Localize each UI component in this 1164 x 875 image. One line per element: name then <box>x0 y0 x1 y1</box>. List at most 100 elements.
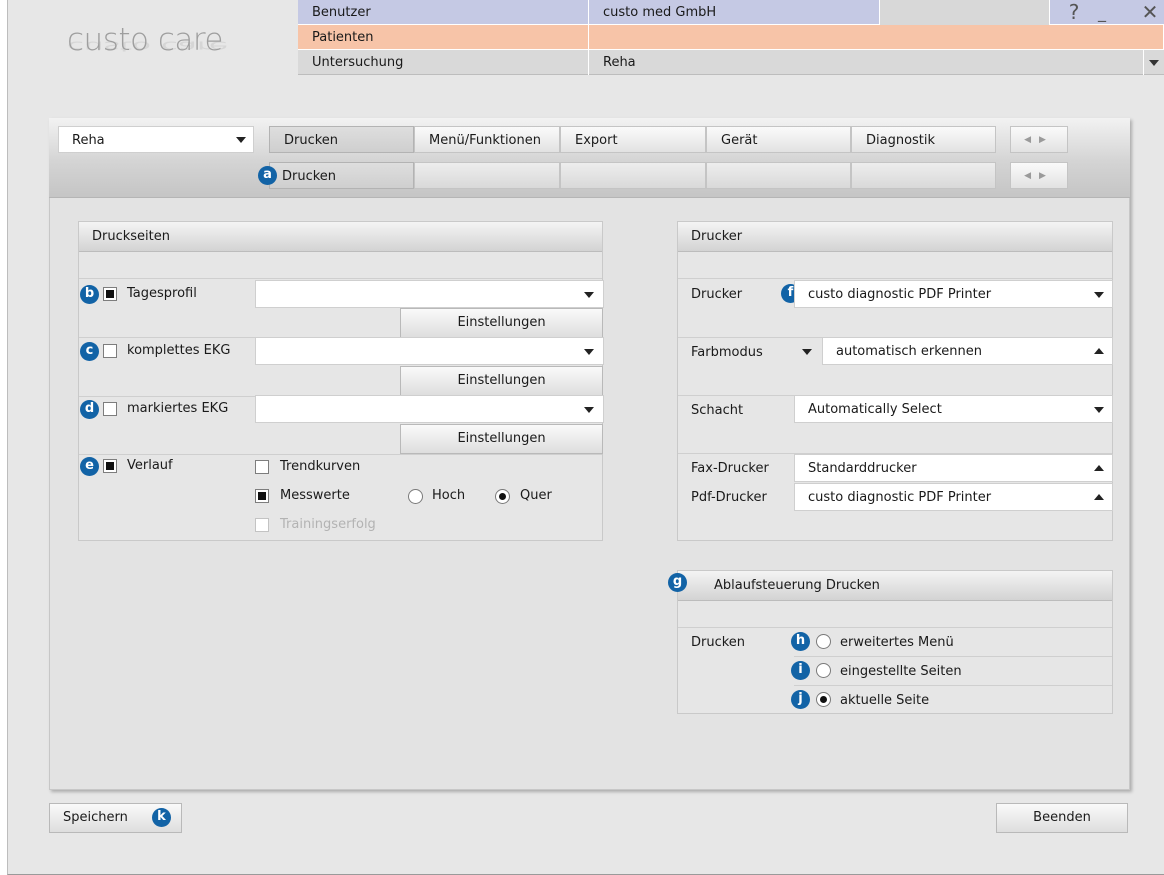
tab-export[interactable]: Export <box>560 126 706 153</box>
chevron-down-icon <box>1094 407 1104 413</box>
fax-drucker-dropdown[interactable] <box>1086 455 1112 482</box>
badge-b: b <box>80 285 99 304</box>
subtab-empty-1 <box>414 162 560 189</box>
chevron-down-icon <box>584 407 594 413</box>
badge-h: h <box>791 632 810 651</box>
subtab-empty-3 <box>706 162 851 189</box>
exit-button[interactable]: Beenden <box>996 803 1128 833</box>
tab-scroll-arrows[interactable]: ◀▶ <box>1010 126 1068 153</box>
drucker-select-value: custo diagnostic PDF Printer <box>808 287 992 302</box>
chevron-down-icon <box>1094 292 1104 298</box>
tab-drucken[interactable]: Drucken <box>269 126 414 153</box>
fax-drucker-select[interactable]: Standarddrucker <box>794 454 1113 482</box>
module-select-value: Reha <box>72 133 105 148</box>
komplettes-ekg-dropdown[interactable] <box>576 338 602 365</box>
tab-geraet[interactable]: Gerät <box>706 126 851 153</box>
markiertes-ekg-label: markiertes EKG <box>127 401 229 416</box>
komplettes-ekg-select[interactable] <box>255 337 604 365</box>
badge-e: e <box>80 457 99 476</box>
drucker-header: Drucker <box>678 222 1112 252</box>
tab-menue-funktionen[interactable]: Menü/Funktionen <box>414 126 560 153</box>
trainingserfolg-checkbox <box>255 518 269 532</box>
ablauf-header: Ablaufsteuerung Drucken <box>678 571 1112 601</box>
badge-k: k <box>152 808 171 827</box>
drucker-select[interactable]: custo diagnostic PDF Printer <box>794 280 1113 308</box>
markiertes-ekg-dropdown[interactable] <box>576 396 602 423</box>
trendkurven-label: Trendkurven <box>280 459 361 474</box>
tagesprofil-checkbox[interactable] <box>103 287 117 301</box>
divider <box>794 656 1112 657</box>
markiertes-ekg-einstellungen-button[interactable]: Einstellungen <box>400 424 603 454</box>
schacht-label: Schacht <box>691 403 744 418</box>
pdf-drucker-select-value: custo diagnostic PDF Printer <box>808 490 992 505</box>
chevron-down-icon <box>802 349 812 355</box>
help-button[interactable]: ? <box>1060 0 1088 25</box>
schacht-dropdown[interactable] <box>1086 396 1112 423</box>
badge-j: j <box>791 690 810 709</box>
drucker-dropdown[interactable] <box>1086 281 1112 308</box>
messwerte-label: Messwerte <box>280 488 350 503</box>
logo-reflection: custo care <box>67 37 228 54</box>
pdf-drucker-label: Pdf-Drucker <box>691 490 767 505</box>
hoch-radio[interactable] <box>408 489 423 504</box>
aktuelle-seite-radio[interactable] <box>816 692 831 707</box>
verlauf-checkbox[interactable] <box>103 459 117 473</box>
untersuchung-value[interactable]: Reha <box>589 49 1144 75</box>
subtab-scroll-arrows[interactable]: ◀▶ <box>1010 162 1068 189</box>
schacht-select[interactable]: Automatically Select <box>794 395 1113 423</box>
verlauf-label: Verlauf <box>127 458 173 473</box>
untersuchung-dropdown[interactable] <box>1144 50 1164 75</box>
quer-label: Quer <box>520 488 552 503</box>
hoch-label: Hoch <box>432 488 466 503</box>
komplettes-ekg-checkbox[interactable] <box>103 344 117 358</box>
erweitertes-menue-label: erweitertes Menü <box>840 635 954 650</box>
module-select[interactable]: Reha <box>58 126 254 153</box>
divider <box>794 685 1112 686</box>
komplettes-ekg-einstellungen-button[interactable]: Einstellungen <box>400 366 603 396</box>
farbmodus-up-button[interactable] <box>1086 338 1112 365</box>
chevron-up-icon <box>1094 348 1104 354</box>
messwerte-checkbox[interactable] <box>255 489 269 503</box>
untersuchung-label: Untersuchung <box>298 49 589 75</box>
farbmodus-down-button[interactable] <box>794 338 820 365</box>
minimize-button[interactable]: _ <box>1088 0 1116 25</box>
patienten-value[interactable] <box>589 24 1164 50</box>
chevron-down-icon <box>236 137 246 143</box>
fax-drucker-select-value: Standarddrucker <box>808 461 917 476</box>
markiertes-ekg-checkbox[interactable] <box>103 402 117 416</box>
eingestellte-seiten-label: eingestellte Seiten <box>840 664 962 679</box>
patienten-label: Patienten <box>298 24 589 50</box>
header-row-benutzer: Benutzer custo med GmbH <box>298 0 1164 25</box>
tagesprofil-einstellungen-button[interactable]: Einstellungen <box>400 308 603 338</box>
save-button-label: Speichern <box>63 810 128 825</box>
divider <box>79 454 602 455</box>
pdf-drucker-select[interactable]: custo diagnostic PDF Printer <box>794 483 1113 511</box>
subtab-empty-4 <box>851 162 996 189</box>
chevron-up-icon <box>1094 465 1104 471</box>
markiertes-ekg-select[interactable] <box>255 395 604 423</box>
close-button[interactable]: ✕ <box>1136 0 1164 25</box>
eingestellte-seiten-radio[interactable] <box>816 663 831 678</box>
tagesprofil-dropdown[interactable] <box>576 281 602 308</box>
trendkurven-checkbox[interactable] <box>255 460 269 474</box>
tagesprofil-label: Tagesprofil <box>127 286 197 301</box>
farbmodus-select-value: automatisch erkennen <box>836 344 983 359</box>
tab-diagnostik[interactable]: Diagnostik <box>851 126 996 153</box>
quer-radio[interactable] <box>495 489 510 504</box>
erweitertes-menue-radio[interactable] <box>816 634 831 649</box>
badge-a: a <box>258 166 277 185</box>
divider <box>678 627 1112 628</box>
header-row-patienten[interactable]: Patienten <box>298 24 1164 50</box>
subtab-drucken[interactable]: Drucken <box>269 162 414 189</box>
ablauf-drucken-label: Drucken <box>691 635 746 650</box>
tagesprofil-select[interactable] <box>255 280 604 308</box>
benutzer-value[interactable]: custo med GmbH <box>589 0 880 25</box>
module-select-dropdown[interactable] <box>228 126 254 153</box>
druckseiten-header: Druckseiten <box>79 222 602 252</box>
header-row-untersuchung[interactable]: Untersuchung Reha <box>298 49 1164 75</box>
pdf-drucker-dropdown[interactable] <box>1086 484 1112 511</box>
badge-g: g <box>668 573 687 592</box>
chevron-down-icon <box>1149 59 1159 66</box>
farbmodus-select[interactable]: automatisch erkennen <box>822 337 1113 365</box>
chevron-up-icon <box>1094 494 1104 500</box>
